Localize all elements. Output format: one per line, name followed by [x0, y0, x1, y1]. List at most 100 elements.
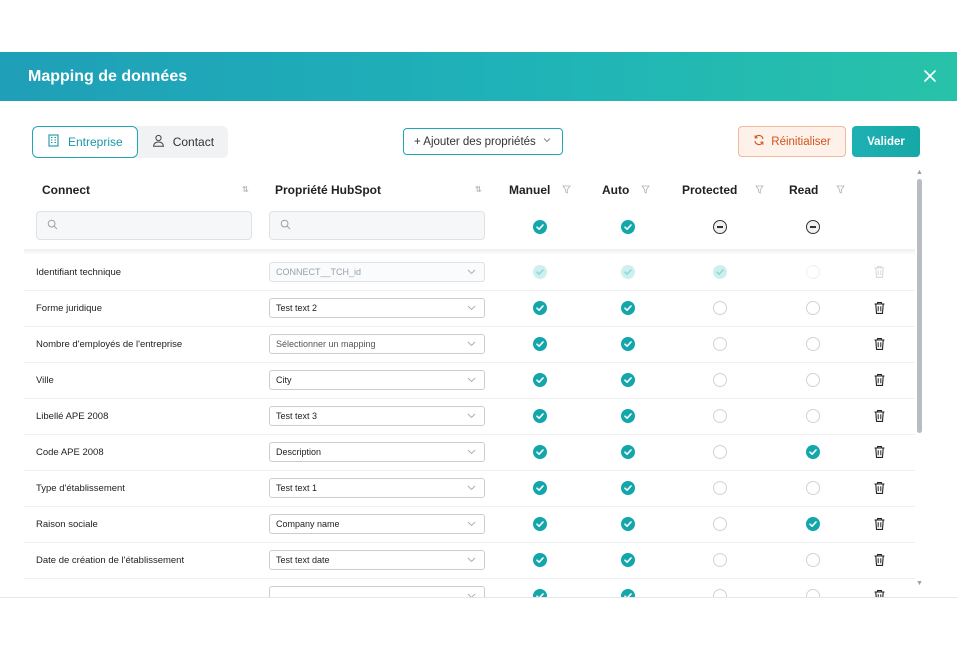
auto-checkbox[interactable]	[621, 409, 635, 423]
close-icon[interactable]	[921, 67, 939, 85]
read-checkbox[interactable]	[806, 409, 820, 423]
hubspot-property-select[interactable]: Test text 1	[269, 478, 485, 498]
manuel-checkbox[interactable]	[533, 589, 547, 597]
manuel-checkbox[interactable]	[533, 301, 547, 315]
hubspot-property-select[interactable]: Description	[269, 442, 485, 462]
tab-contact-label: Contact	[172, 135, 215, 149]
hubspot-property-select[interactable]: Sélectionner un mapping	[269, 334, 485, 354]
protected-checkbox[interactable]	[713, 517, 727, 531]
protected-checkbox[interactable]	[713, 373, 727, 387]
hubspot-property-value: CONNECT__TCH_id	[276, 267, 362, 277]
column-read: Read	[789, 183, 846, 197]
header-read-checkbox[interactable]	[806, 220, 820, 234]
manuel-checkbox[interactable]	[533, 409, 547, 423]
validate-button[interactable]: Valider	[852, 126, 920, 157]
auto-checkbox[interactable]	[621, 337, 635, 351]
trash-icon[interactable]	[873, 373, 886, 387]
protected-checkbox[interactable]	[713, 553, 727, 567]
trash-icon[interactable]	[873, 409, 886, 423]
manuel-checkbox[interactable]	[533, 481, 547, 495]
sort-icon[interactable]: ⇅	[475, 185, 482, 194]
auto-checkbox[interactable]	[621, 553, 635, 567]
trash-icon[interactable]	[873, 337, 886, 351]
header-auto-checkbox[interactable]	[621, 220, 635, 234]
hubspot-property-select[interactable]: Test text 3	[269, 406, 485, 426]
scroll-up-icon[interactable]: ▲	[916, 169, 923, 176]
column-connect-label: Connect	[42, 183, 90, 197]
read-checkbox[interactable]	[806, 337, 820, 351]
auto-checkbox[interactable]	[621, 373, 635, 387]
hubspot-property-select[interactable]	[269, 586, 485, 597]
auto-checkbox[interactable]	[621, 481, 635, 495]
scroll-down-icon[interactable]: ▼	[916, 580, 923, 587]
add-properties-dropdown[interactable]: + Ajouter des propriétés	[403, 128, 563, 155]
read-checkbox[interactable]	[806, 589, 820, 597]
hubspot-property-select[interactable]: Test text 2	[269, 298, 485, 318]
header-protected-checkbox[interactable]	[713, 220, 727, 234]
auto-checkbox[interactable]	[621, 589, 635, 597]
trash-icon[interactable]	[873, 481, 886, 495]
protected-checkbox[interactable]	[713, 409, 727, 423]
filter-icon[interactable]	[818, 183, 846, 197]
connect-search-input[interactable]	[36, 211, 252, 240]
refresh-icon	[753, 134, 765, 149]
vertical-scrollbar[interactable]: ▲ ▼	[915, 169, 925, 587]
read-checkbox[interactable]	[806, 373, 820, 387]
table-row: Code APE 2008 Description	[24, 435, 915, 471]
trash-icon[interactable]	[873, 445, 886, 459]
hubspot-property-value: Test text date	[276, 555, 330, 565]
manuel-checkbox[interactable]	[533, 337, 547, 351]
hubspot-search-input[interactable]	[269, 211, 485, 240]
tab-entreprise[interactable]: Entreprise	[32, 126, 138, 158]
filter-icon[interactable]	[629, 183, 651, 197]
reset-button[interactable]: Réinitialiser	[738, 126, 846, 157]
read-checkbox[interactable]	[806, 553, 820, 567]
connect-search-field[interactable]	[64, 219, 228, 232]
hubspot-property-select[interactable]: Test text date	[269, 550, 485, 570]
search-icon	[280, 217, 291, 235]
chevron-down-icon	[542, 135, 552, 148]
mapping-modal: Mapping de données Entreprise Contact + …	[0, 52, 957, 598]
manuel-checkbox[interactable]	[533, 373, 547, 387]
scrollbar-thumb[interactable]	[917, 179, 922, 433]
row-label: Nombre d'employés de l'entreprise	[36, 339, 183, 350]
read-checkbox[interactable]	[806, 301, 820, 315]
column-hubspot[interactable]: Propriété HubSpot	[275, 183, 381, 197]
manuel-checkbox[interactable]	[533, 553, 547, 567]
protected-checkbox	[713, 265, 727, 279]
read-checkbox[interactable]	[806, 517, 820, 531]
table-row: Raison sociale Company name	[24, 507, 915, 543]
row-label: Identifiant technique	[36, 267, 122, 278]
table-row: Ville City	[24, 363, 915, 399]
auto-checkbox[interactable]	[621, 445, 635, 459]
header-manuel-checkbox[interactable]	[533, 220, 547, 234]
filter-icon[interactable]	[737, 183, 765, 197]
protected-checkbox[interactable]	[713, 337, 727, 351]
read-checkbox[interactable]	[806, 445, 820, 459]
sort-icon[interactable]: ⇅	[242, 185, 249, 194]
trash-icon[interactable]	[873, 301, 886, 315]
tab-contact[interactable]: Contact	[138, 126, 228, 158]
table-row: Nombre d'employés de l'entreprise Sélecti…	[24, 327, 915, 363]
trash-icon[interactable]	[873, 553, 886, 567]
manuel-checkbox[interactable]	[533, 517, 547, 531]
column-manuel-label: Manuel	[509, 183, 551, 197]
hubspot-search-field[interactable]	[297, 219, 461, 232]
protected-checkbox[interactable]	[713, 301, 727, 315]
protected-checkbox[interactable]	[713, 589, 727, 597]
table-row	[24, 579, 915, 597]
trash-icon[interactable]	[873, 589, 886, 597]
row-label: Raison sociale	[36, 519, 98, 530]
read-checkbox[interactable]	[806, 481, 820, 495]
column-connect[interactable]: Connect	[42, 183, 90, 197]
auto-checkbox[interactable]	[621, 517, 635, 531]
filter-icon[interactable]	[550, 183, 572, 197]
trash-icon[interactable]	[873, 517, 886, 531]
protected-checkbox[interactable]	[713, 481, 727, 495]
hubspot-property-select[interactable]: City	[269, 370, 485, 390]
protected-checkbox[interactable]	[713, 445, 727, 459]
auto-checkbox[interactable]	[621, 301, 635, 315]
hubspot-property-select[interactable]: Company name	[269, 514, 485, 534]
reset-label: Réinitialiser	[771, 135, 831, 148]
manuel-checkbox[interactable]	[533, 445, 547, 459]
